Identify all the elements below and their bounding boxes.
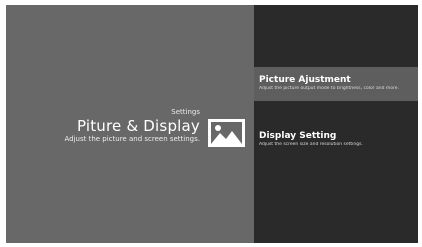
menu-item-picture-adjustment[interactable]: Picture Ajustment Adjust the picture out… bbox=[254, 67, 418, 101]
page-subtitle: Adjust the picture and screen settings. bbox=[64, 135, 200, 143]
menu-item-label: Picture Ajustment bbox=[259, 75, 351, 85]
settings-screen: Settings Piture & Display Adjust the pic… bbox=[6, 5, 418, 243]
breadcrumb: Settings bbox=[171, 108, 200, 116]
options-panel: Picture Ajustment Adjust the picture out… bbox=[254, 5, 418, 243]
image-icon bbox=[208, 119, 245, 147]
menu-item-display-setting[interactable]: Display Setting Adjust the screen size a… bbox=[254, 123, 418, 157]
category-header: Settings Piture & Display Adjust the pic… bbox=[64, 108, 200, 144]
menu-item-description: Adjust the screen size and resolution se… bbox=[259, 142, 363, 147]
menu-item-label: Display Setting bbox=[259, 131, 337, 141]
menu-item-description: Adjust the picture output mode to bright… bbox=[259, 86, 399, 91]
page-title: Piture & Display bbox=[76, 117, 200, 135]
category-panel: Settings Piture & Display Adjust the pic… bbox=[6, 5, 254, 243]
